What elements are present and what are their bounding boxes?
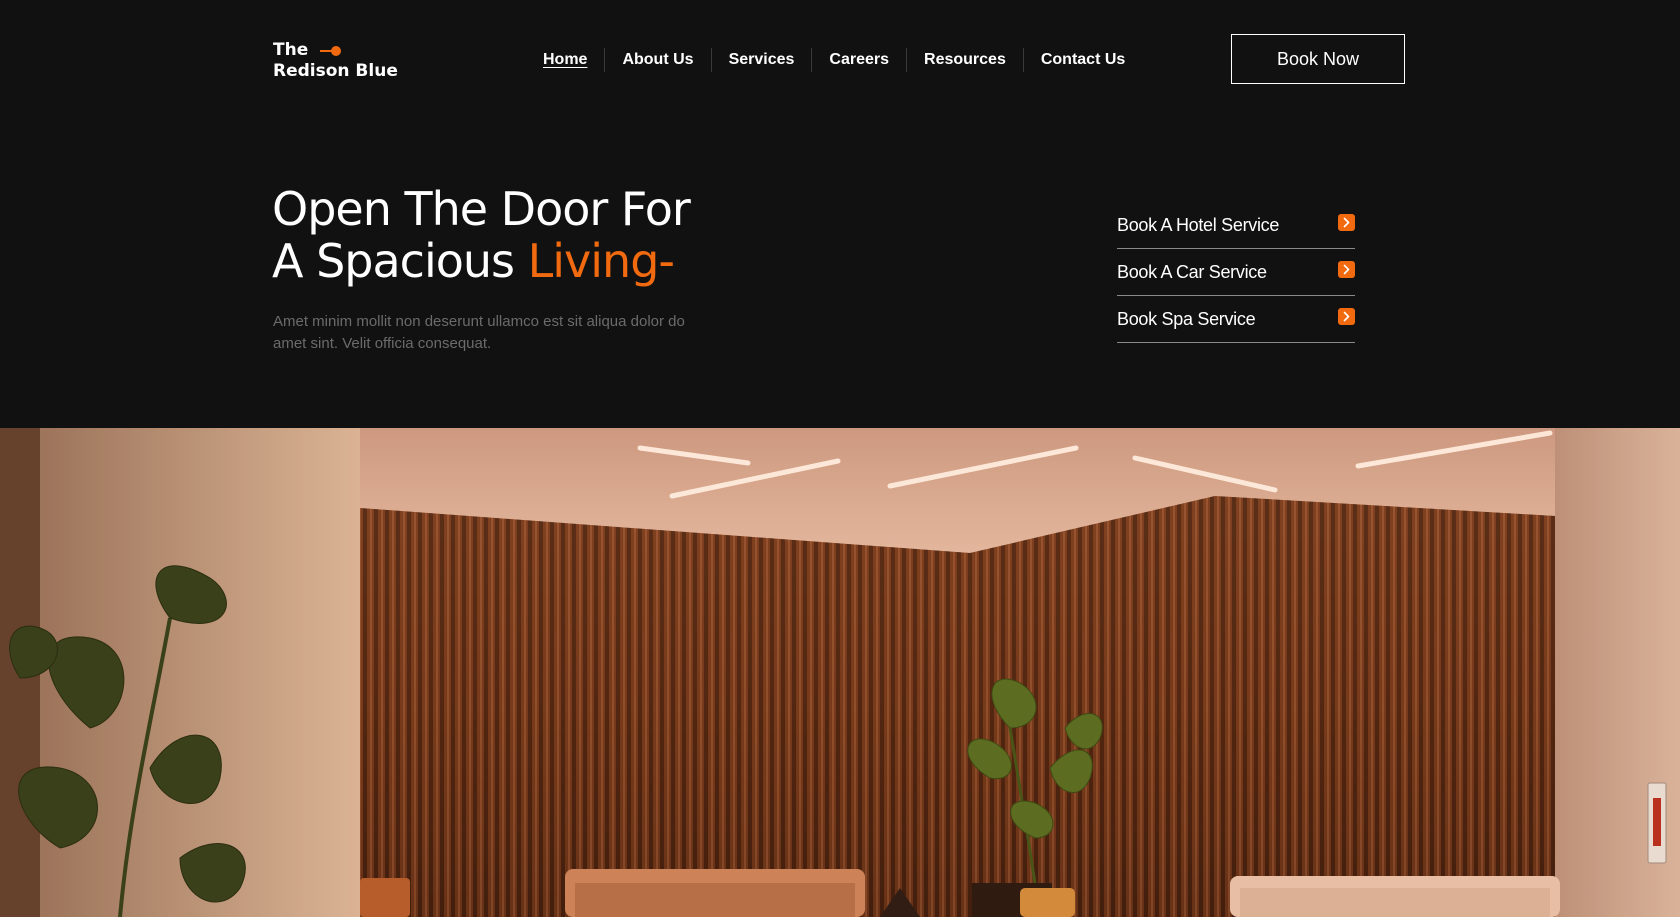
book-now-button[interactable]: Book Now: [1231, 34, 1405, 84]
brand-logo[interactable]: The Redison Blue: [273, 40, 398, 82]
nav-about-us[interactable]: About Us: [605, 47, 710, 73]
chevron-right-icon: [1338, 260, 1355, 278]
hero-title-line1: Open The Door For: [272, 182, 691, 236]
service-item-label: Book A Hotel Service: [1117, 214, 1280, 235]
page: The Redison Blue Home About Us Services …: [0, 0, 1680, 917]
nav-services[interactable]: Services: [712, 47, 812, 73]
main-nav: Home About Us Services Careers Resources…: [526, 47, 1142, 73]
service-item-hotel[interactable]: Book A Hotel Service: [1117, 202, 1355, 249]
chevron-right-icon: [1338, 213, 1355, 231]
service-list: Book A Hotel Service Book A Car Service …: [1117, 202, 1355, 343]
nav-resources[interactable]: Resources: [907, 47, 1023, 73]
nav-careers[interactable]: Careers: [812, 47, 906, 73]
nav-home[interactable]: Home: [526, 47, 604, 73]
hero-description: Amet minim mollit non deserunt ullamco e…: [273, 313, 685, 352]
brand-accent-icon: [320, 45, 342, 56]
hero-lobby-image: [0, 428, 1680, 917]
hero-title: Open The Door For A Spacious Living-: [272, 182, 691, 288]
service-item-label: Book Spa Service: [1117, 308, 1256, 329]
service-item-spa[interactable]: Book Spa Service: [1117, 296, 1355, 343]
chevron-right-icon: [1338, 307, 1355, 325]
hero-title-accent: Living-: [527, 234, 675, 288]
lobby-illustration: [0, 428, 1680, 917]
hero-title-line2-prefix: A Spacious: [272, 234, 528, 288]
brand-line1: The: [273, 40, 309, 60]
service-item-label: Book A Car Service: [1117, 261, 1267, 282]
brand-line2: Redison Blue: [273, 61, 398, 81]
service-item-car[interactable]: Book A Car Service: [1117, 249, 1355, 296]
nav-contact-us[interactable]: Contact Us: [1024, 47, 1142, 73]
